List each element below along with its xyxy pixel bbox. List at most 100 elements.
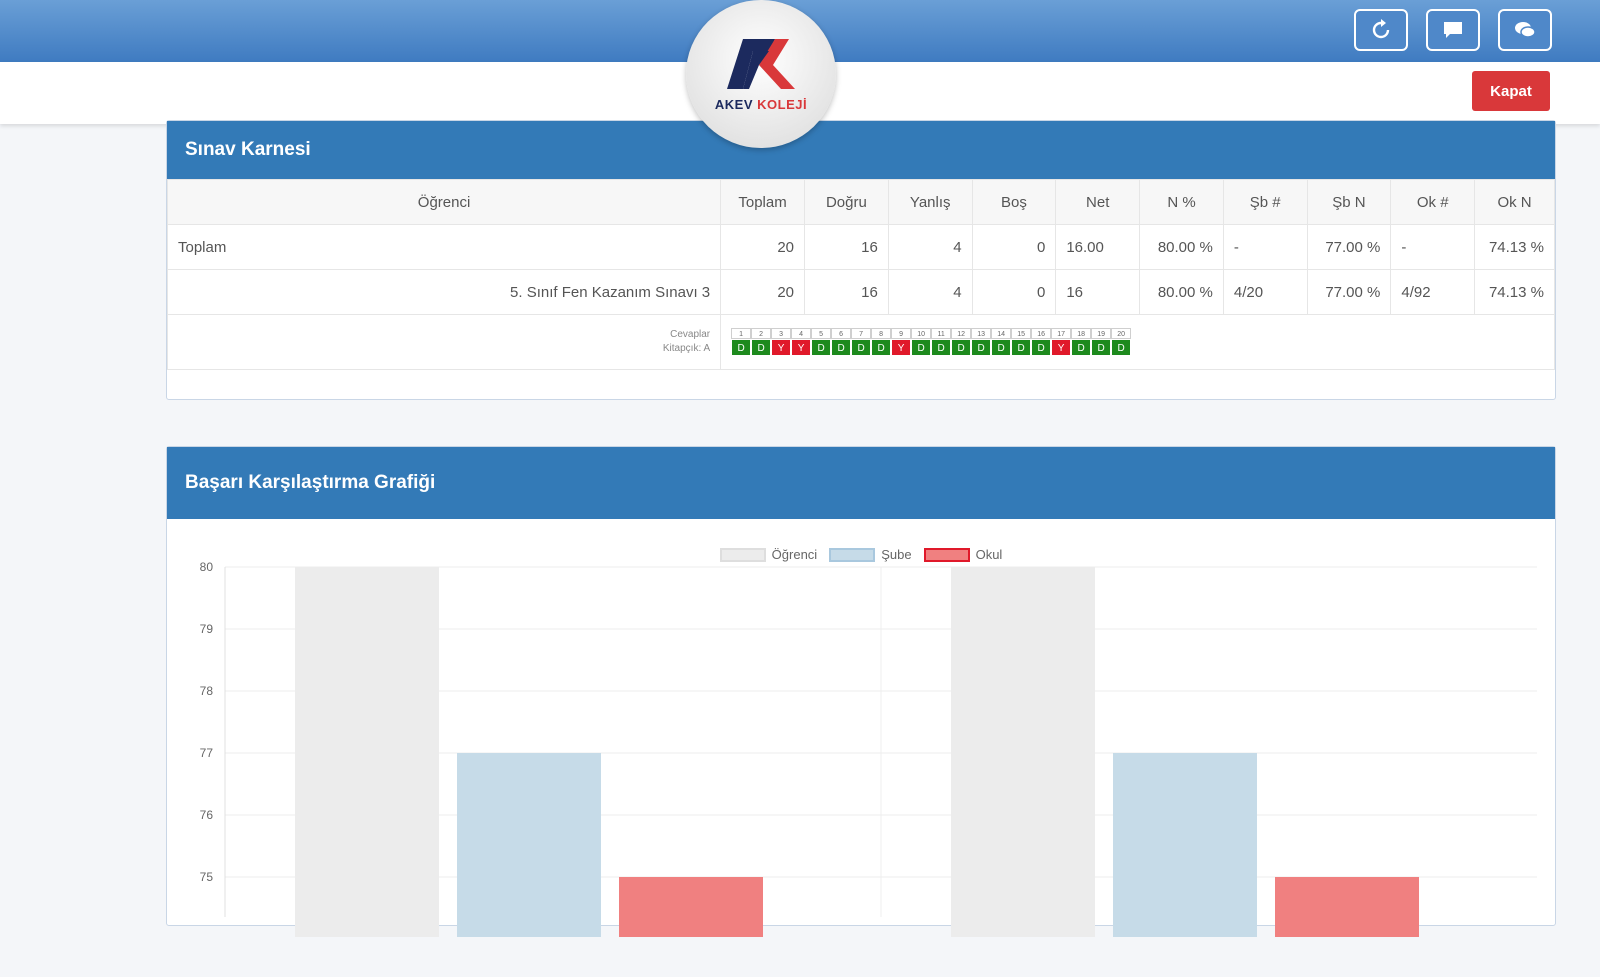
answer-number: 2 — [751, 328, 772, 339]
column-header: Toplam — [720, 179, 805, 225]
bar-okul[interactable] — [1275, 877, 1419, 937]
akev-logo-mark-icon — [727, 38, 795, 89]
answer-correct: D — [1071, 339, 1092, 356]
answer-number: 17 — [1051, 328, 1072, 339]
table-cell: 74.13 % — [1474, 269, 1555, 315]
column-header: Yanlış — [887, 179, 973, 225]
answer-correct: D — [1091, 339, 1112, 356]
answer-number: 20 — [1111, 328, 1132, 339]
table-cell: 16 — [1055, 269, 1141, 315]
answer-number: 13 — [971, 328, 992, 339]
bar-öğrenci[interactable] — [951, 567, 1095, 937]
table-cell: 80.00 % — [1139, 224, 1224, 270]
column-header: Şb N — [1306, 179, 1392, 225]
table-cell: 20 — [720, 224, 805, 270]
booklet-label: Kitapçık: A — [662, 343, 711, 354]
answer-correct: D — [831, 339, 852, 356]
exam-card-panel: Sınav Karnesi Öğrenci Toplam Doğru Yanlı… — [166, 120, 1556, 400]
answer-correct: D — [951, 339, 972, 356]
column-header: Boş — [971, 179, 1057, 225]
answer-wrong: Y — [1051, 339, 1072, 356]
bar-şube[interactable] — [1113, 753, 1257, 937]
answer-correct: D — [871, 339, 892, 356]
table-cell: 0 — [971, 269, 1057, 315]
refresh-button[interactable] — [1354, 9, 1408, 51]
table-cell: 4/20 — [1222, 269, 1308, 315]
answer-number: 9 — [891, 328, 912, 339]
chats-icon — [1515, 22, 1536, 38]
answer-grid: 1 2 3 4 5 6 7 8 9 10 11 12 13 14 15 16 17 18 19 20 DDYYDDDD… — [731, 328, 1544, 356]
answers-label-cell: Cevaplar Kitapçık: A — [166, 314, 722, 370]
column-header: Net — [1055, 179, 1141, 225]
table-cell: 80.00 % — [1139, 269, 1224, 315]
answer-correct: D — [751, 339, 772, 356]
refresh-icon — [1372, 19, 1390, 39]
y-tick-label: 80 — [200, 560, 214, 574]
column-header: Öğrenci — [166, 179, 722, 225]
column-header: N % — [1139, 179, 1224, 225]
answer-number-row: 1 2 3 4 5 6 7 8 9 10 11 12 13 14 15 16 17 18 19 20 — [731, 328, 1544, 339]
bar-şube[interactable] — [457, 753, 601, 937]
answer-correct: D — [971, 339, 992, 356]
y-tick-label: 75 — [200, 870, 214, 884]
message-button[interactable] — [1426, 9, 1480, 51]
answer-number: 8 — [871, 328, 892, 339]
answer-number: 7 — [851, 328, 872, 339]
y-tick-label: 79 — [200, 622, 214, 636]
answer-wrong: Y — [791, 339, 812, 356]
answer-number: 5 — [811, 328, 832, 339]
answer-correct: D — [851, 339, 872, 356]
chart-panel: Başarı Karşılaştırma Grafiği Öğrenci Şub… — [166, 446, 1556, 937]
answer-correct: D — [1011, 339, 1032, 356]
school-logo: AKEV KOLEJİ — [686, 0, 836, 148]
table-cell: 74.13 % — [1474, 224, 1555, 270]
answer-wrong: Y — [891, 339, 912, 356]
answer-correct: D — [811, 339, 832, 356]
table-cell: 16.00 — [1055, 224, 1141, 270]
answers-label: Cevaplar — [670, 329, 711, 340]
answers-cell: 1 2 3 4 5 6 7 8 9 10 11 12 13 14 15 16 17 18 19 20 DDYYDDDD… — [720, 314, 1555, 370]
answer-number: 1 — [731, 328, 752, 339]
answer-number: 18 — [1071, 328, 1092, 339]
column-header: Doğru — [804, 179, 889, 225]
answer-correct: D — [991, 339, 1012, 356]
bar-chart: 80 79 78 77 76 75 — [200, 560, 1537, 937]
table-cell: 4/92 — [1390, 269, 1476, 315]
answer-number: 10 — [911, 328, 932, 339]
column-header: Ok N — [1474, 179, 1555, 225]
answer-correct: D — [731, 339, 752, 356]
table-cell: - — [1390, 224, 1476, 270]
table-header-row: Öğrenci Toplam Doğru Yanlış Boş Net N % … — [166, 179, 1555, 225]
table-cell: 20 — [720, 269, 805, 315]
column-header: Şb # — [1222, 179, 1308, 225]
answer-wrong: Y — [771, 339, 792, 356]
answer-number: 12 — [951, 328, 972, 339]
answers-row: Cevaplar Kitapçık: A 1 2 3 4 5 6 7 8 9 10 11 12 13 14… — [166, 314, 1555, 370]
answer-number: 15 — [1011, 328, 1032, 339]
close-button[interactable]: Kapat — [1472, 71, 1550, 111]
bar-öğrenci[interactable] — [295, 567, 439, 937]
chart-title: Başarı Karşılaştırma Grafiği — [167, 447, 1555, 519]
exam-card-title: Sınav Karnesi — [167, 121, 1555, 179]
table-cell: 16 — [804, 224, 889, 270]
answer-mark-row: DDYYDDDDYDDDDDDDYDDD — [731, 339, 1544, 356]
answer-correct: D — [1111, 339, 1132, 356]
bar-okul[interactable] — [619, 877, 763, 937]
table-cell: Toplam — [166, 224, 722, 270]
y-tick-label: 78 — [200, 684, 214, 698]
answer-number: 19 — [1091, 328, 1112, 339]
table-cell: 4 — [887, 269, 973, 315]
exam-name-cell: 5. Sınıf Fen Kazanım Sınavı 3 — [166, 269, 722, 315]
table-row: 5. Sınıf Fen Kazanım Sınavı 3 20 16 4 0 … — [166, 269, 1555, 315]
logo-text: AKEV KOLEJİ — [714, 96, 808, 112]
table-cell: 16 — [804, 269, 889, 315]
answer-number: 4 — [791, 328, 812, 339]
answer-number: 3 — [771, 328, 792, 339]
answer-number: 16 — [1031, 328, 1052, 339]
column-header: Ok # — [1390, 179, 1476, 225]
table-row: Toplam 20 16 4 0 16.00 80.00 % - 77.00 %… — [166, 224, 1555, 270]
y-tick-label: 76 — [200, 808, 214, 822]
y-tick-label: 77 — [200, 746, 214, 760]
answer-number: 14 — [991, 328, 1012, 339]
chats-button[interactable] — [1498, 9, 1552, 51]
